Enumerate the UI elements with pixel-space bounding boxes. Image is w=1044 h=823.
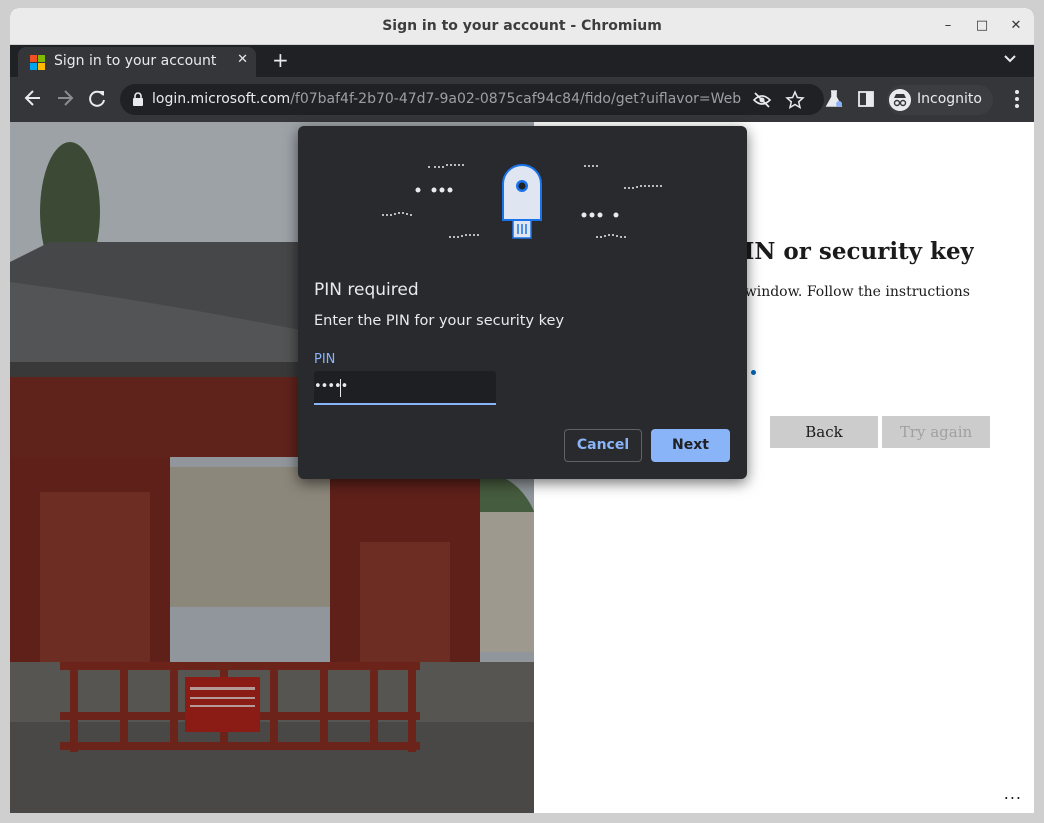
star-icon[interactable] [785, 90, 805, 110]
tab-sign-in[interactable]: Sign in to your account ✕ [18, 47, 256, 77]
pin-input[interactable]: ••••• [314, 371, 496, 405]
tab-title: Sign in to your account [54, 53, 217, 69]
window-title: Sign in to your account - Chromium [382, 18, 662, 34]
forward-arrow-icon[interactable] [54, 87, 76, 109]
url-domain: login.microsoft.com [152, 91, 291, 107]
try-again-button[interactable]: Try again [882, 416, 990, 448]
next-button[interactable]: Next [651, 429, 730, 462]
labs-flask-icon[interactable] [824, 89, 844, 109]
security-key-pin-dialog: PIN required Enter the PIN for your secu… [298, 126, 747, 479]
title-bar: Sign in to your account - Chromium – □ ✕ [10, 8, 1034, 45]
chevron-down-icon[interactable] [1004, 53, 1016, 65]
dialog-title: PIN required [314, 280, 419, 300]
toolbar: login.microsoft.com/f07baf4f-2b70-47d7-9… [10, 77, 1034, 122]
progress-dot [751, 370, 756, 375]
incognito-label: Incognito [917, 91, 982, 107]
close-window-button[interactable]: ✕ [1006, 16, 1026, 36]
kebab-menu-icon[interactable] [1014, 89, 1020, 109]
address-bar[interactable]: login.microsoft.com/f07baf4f-2b70-47d7-9… [120, 84, 824, 115]
plus-icon[interactable]: + [272, 48, 289, 72]
lock-icon[interactable] [132, 92, 144, 106]
side-panel-icon[interactable] [856, 89, 876, 109]
security-key-icon [502, 164, 542, 239]
browser-window: Sign in to your account - Chromium – □ ✕… [10, 8, 1034, 813]
text-caret [340, 379, 341, 397]
cancel-button[interactable]: Cancel [564, 429, 642, 462]
security-key-illustration [382, 164, 662, 239]
microsoft-logo-icon [30, 55, 45, 70]
more-options-button[interactable]: ... [1004, 784, 1022, 803]
eye-off-icon[interactable] [752, 90, 772, 110]
reload-icon[interactable] [86, 87, 108, 109]
dialog-subtitle: Enter the PIN for your security key [314, 313, 565, 329]
back-button[interactable]: Back [770, 416, 878, 448]
back-arrow-icon[interactable] [22, 87, 44, 109]
pin-label: PIN [314, 352, 336, 367]
pin-value: ••••• [314, 379, 348, 394]
incognito-icon [889, 89, 911, 111]
minimize-button[interactable]: – [938, 16, 958, 36]
incognito-profile-button[interactable]: Incognito [887, 85, 993, 115]
url-text[interactable]: login.microsoft.com/f07baf4f-2b70-47d7-9… [152, 91, 741, 107]
maximize-button[interactable]: □ [972, 16, 992, 36]
url-path: /f07baf4f-2b70-47d7-9a02-0875caf94c84/fi… [290, 91, 742, 107]
close-icon[interactable]: ✕ [237, 52, 248, 67]
tab-strip: Sign in to your account ✕ + [10, 45, 1034, 77]
